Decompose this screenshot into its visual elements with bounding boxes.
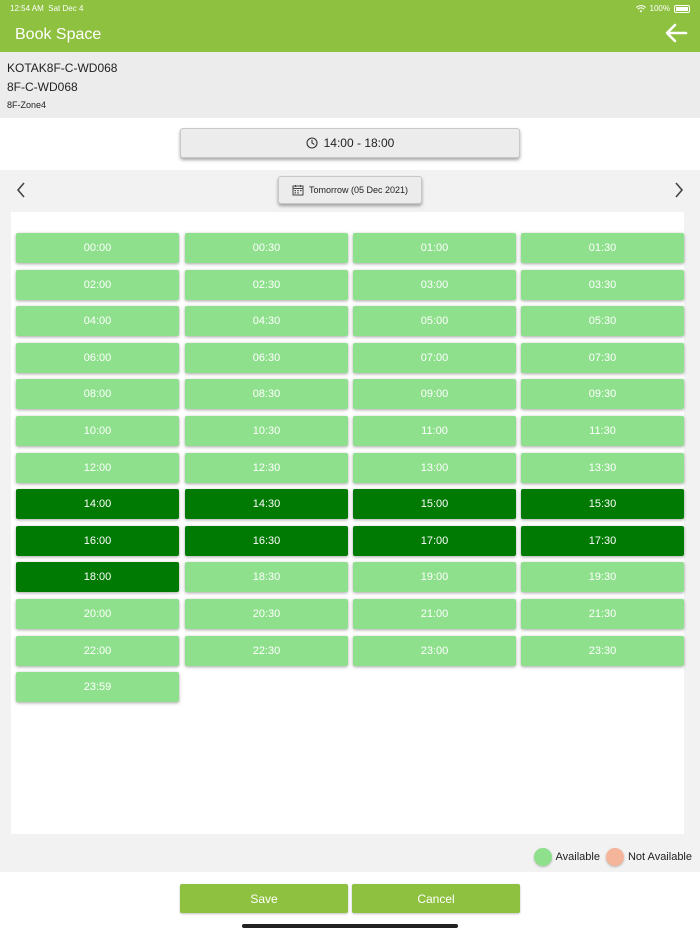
time-slot-0500[interactable]: 05:00 — [353, 306, 516, 337]
time-slot-1400[interactable]: 14:00 — [16, 489, 179, 520]
status-time: 12:54 AM — [10, 4, 44, 13]
time-slot-2230[interactable]: 22:30 — [185, 635, 348, 666]
time-slot-0200[interactable]: 02:00 — [16, 269, 179, 300]
time-slot-0300[interactable]: 03:00 — [353, 269, 516, 300]
date-label: Tomorrow (05 Dec 2021) — [308, 185, 409, 195]
time-slot-1800[interactable]: 18:00 — [16, 562, 179, 593]
time-slot-0830[interactable]: 08:30 — [185, 379, 348, 410]
page-title: Book Space — [15, 26, 102, 43]
time-slot-0030[interactable]: 00:30 — [185, 233, 348, 263]
time-slot-0730[interactable]: 07:30 — [521, 342, 684, 373]
time-slot-2300[interactable]: 23:00 — [353, 635, 516, 666]
legend-available-label: Available — [555, 851, 600, 863]
time-slot-1300[interactable]: 13:00 — [353, 452, 516, 483]
time-slot-0430[interactable]: 04:30 — [185, 306, 348, 337]
time-slot-1700[interactable]: 17:00 — [353, 525, 516, 556]
chevron-right-icon — [675, 182, 684, 198]
time-slot-1530[interactable]: 15:30 — [521, 489, 684, 520]
time-slot-1000[interactable]: 10:00 — [16, 416, 179, 446]
time-slot-0000[interactable]: 00:00 — [16, 233, 179, 263]
calendar-icon — [292, 185, 304, 196]
battery-icon — [674, 4, 690, 13]
time-slot-0130[interactable]: 01:30 — [521, 233, 684, 263]
legend-not-available-dot — [605, 848, 624, 866]
time-slot-0330[interactable]: 03:30 — [521, 269, 684, 300]
cancel-button[interactable]: Cancel — [352, 884, 520, 913]
next-day-button[interactable] — [672, 180, 686, 200]
time-slot-2100[interactable]: 21:00 — [353, 599, 516, 629]
time-slot-1630[interactable]: 16:30 — [185, 525, 348, 556]
time-slot-1900[interactable]: 19:00 — [353, 562, 516, 593]
time-slot-1830[interactable]: 18:30 — [185, 562, 348, 593]
time-slot-0530[interactable]: 05:30 — [521, 306, 684, 337]
time-range-label: 14:00 - 18:00 — [323, 136, 395, 150]
time-slot-2030[interactable]: 20:30 — [185, 599, 348, 629]
status-date: Sat Dec 4 — [48, 4, 84, 13]
time-slot-0700[interactable]: 07:00 — [353, 342, 516, 373]
desk-code: 8F-C-WD068 — [7, 80, 78, 94]
prev-day-button[interactable] — [14, 180, 28, 200]
time-slot-0630[interactable]: 06:30 — [185, 342, 348, 373]
date-picker-button[interactable]: Tomorrow (05 Dec 2021) — [278, 176, 422, 204]
battery-level: 100% — [649, 4, 670, 13]
home-indicator — [242, 924, 458, 928]
time-slot-grid: 00:00 00:30 01:00 01:30 02:00 02:30 03:00 03:30… — [11, 212, 684, 834]
back-button[interactable] — [664, 22, 688, 44]
time-slot-1100[interactable]: 11:00 — [353, 416, 516, 446]
time-slot-2200[interactable]: 22:00 — [16, 635, 179, 666]
space-info: KOTAK8F-C-WD068 8F-C-WD068 8F-Zone4 — [0, 52, 700, 118]
time-slot-1230[interactable]: 12:30 — [185, 452, 348, 483]
time-slot-0230[interactable]: 02:30 — [185, 269, 348, 300]
time-slot-1130[interactable]: 11:30 — [521, 416, 684, 446]
legend-not-available-label: Not Available — [627, 851, 692, 863]
time-slot-0400[interactable]: 04:00 — [16, 306, 179, 337]
time-slot-1500[interactable]: 15:00 — [353, 489, 516, 520]
chevron-left-icon — [16, 182, 25, 198]
wifi-icon — [635, 4, 646, 12]
clock-icon — [306, 137, 318, 149]
time-slot-0800[interactable]: 08:00 — [16, 379, 179, 410]
time-slot-0100[interactable]: 01:00 — [353, 233, 516, 263]
time-slot-2330[interactable]: 23:30 — [521, 635, 684, 666]
time-slot-1930[interactable]: 19:30 — [521, 562, 684, 593]
time-slot-1730[interactable]: 17:30 — [521, 525, 684, 556]
time-slot-0930[interactable]: 09:30 — [521, 379, 684, 410]
time-slot-1200[interactable]: 12:00 — [16, 452, 179, 483]
time-range-button[interactable]: 14:00 - 18:00 — [180, 128, 520, 158]
time-slot-2359[interactable]: 23:59 — [16, 672, 179, 703]
arrow-left-icon — [665, 23, 688, 43]
zone-label: 8F-Zone4 — [7, 100, 47, 110]
time-slot-1430[interactable]: 14:30 — [185, 489, 348, 520]
time-slot-2000[interactable]: 20:00 — [16, 599, 179, 629]
time-slot-1600[interactable]: 16:00 — [16, 525, 179, 556]
time-slot-2130[interactable]: 21:30 — [521, 599, 684, 629]
time-slot-1330[interactable]: 13:30 — [521, 452, 684, 483]
space-code: KOTAK8F-C-WD068 — [7, 61, 118, 75]
time-slot-0600[interactable]: 06:00 — [16, 342, 179, 373]
status-bar: 12:54 AM Sat Dec 4 100% — [0, 0, 700, 16]
save-button[interactable]: Save — [180, 884, 348, 913]
time-slot-1030[interactable]: 10:30 — [185, 416, 348, 446]
app-header: 12:54 AM Sat Dec 4 100% Book Space — [0, 0, 700, 52]
legend: Available Not Available — [528, 848, 692, 866]
time-slot-0900[interactable]: 09:00 — [353, 379, 516, 410]
legend-available-dot — [533, 848, 552, 866]
